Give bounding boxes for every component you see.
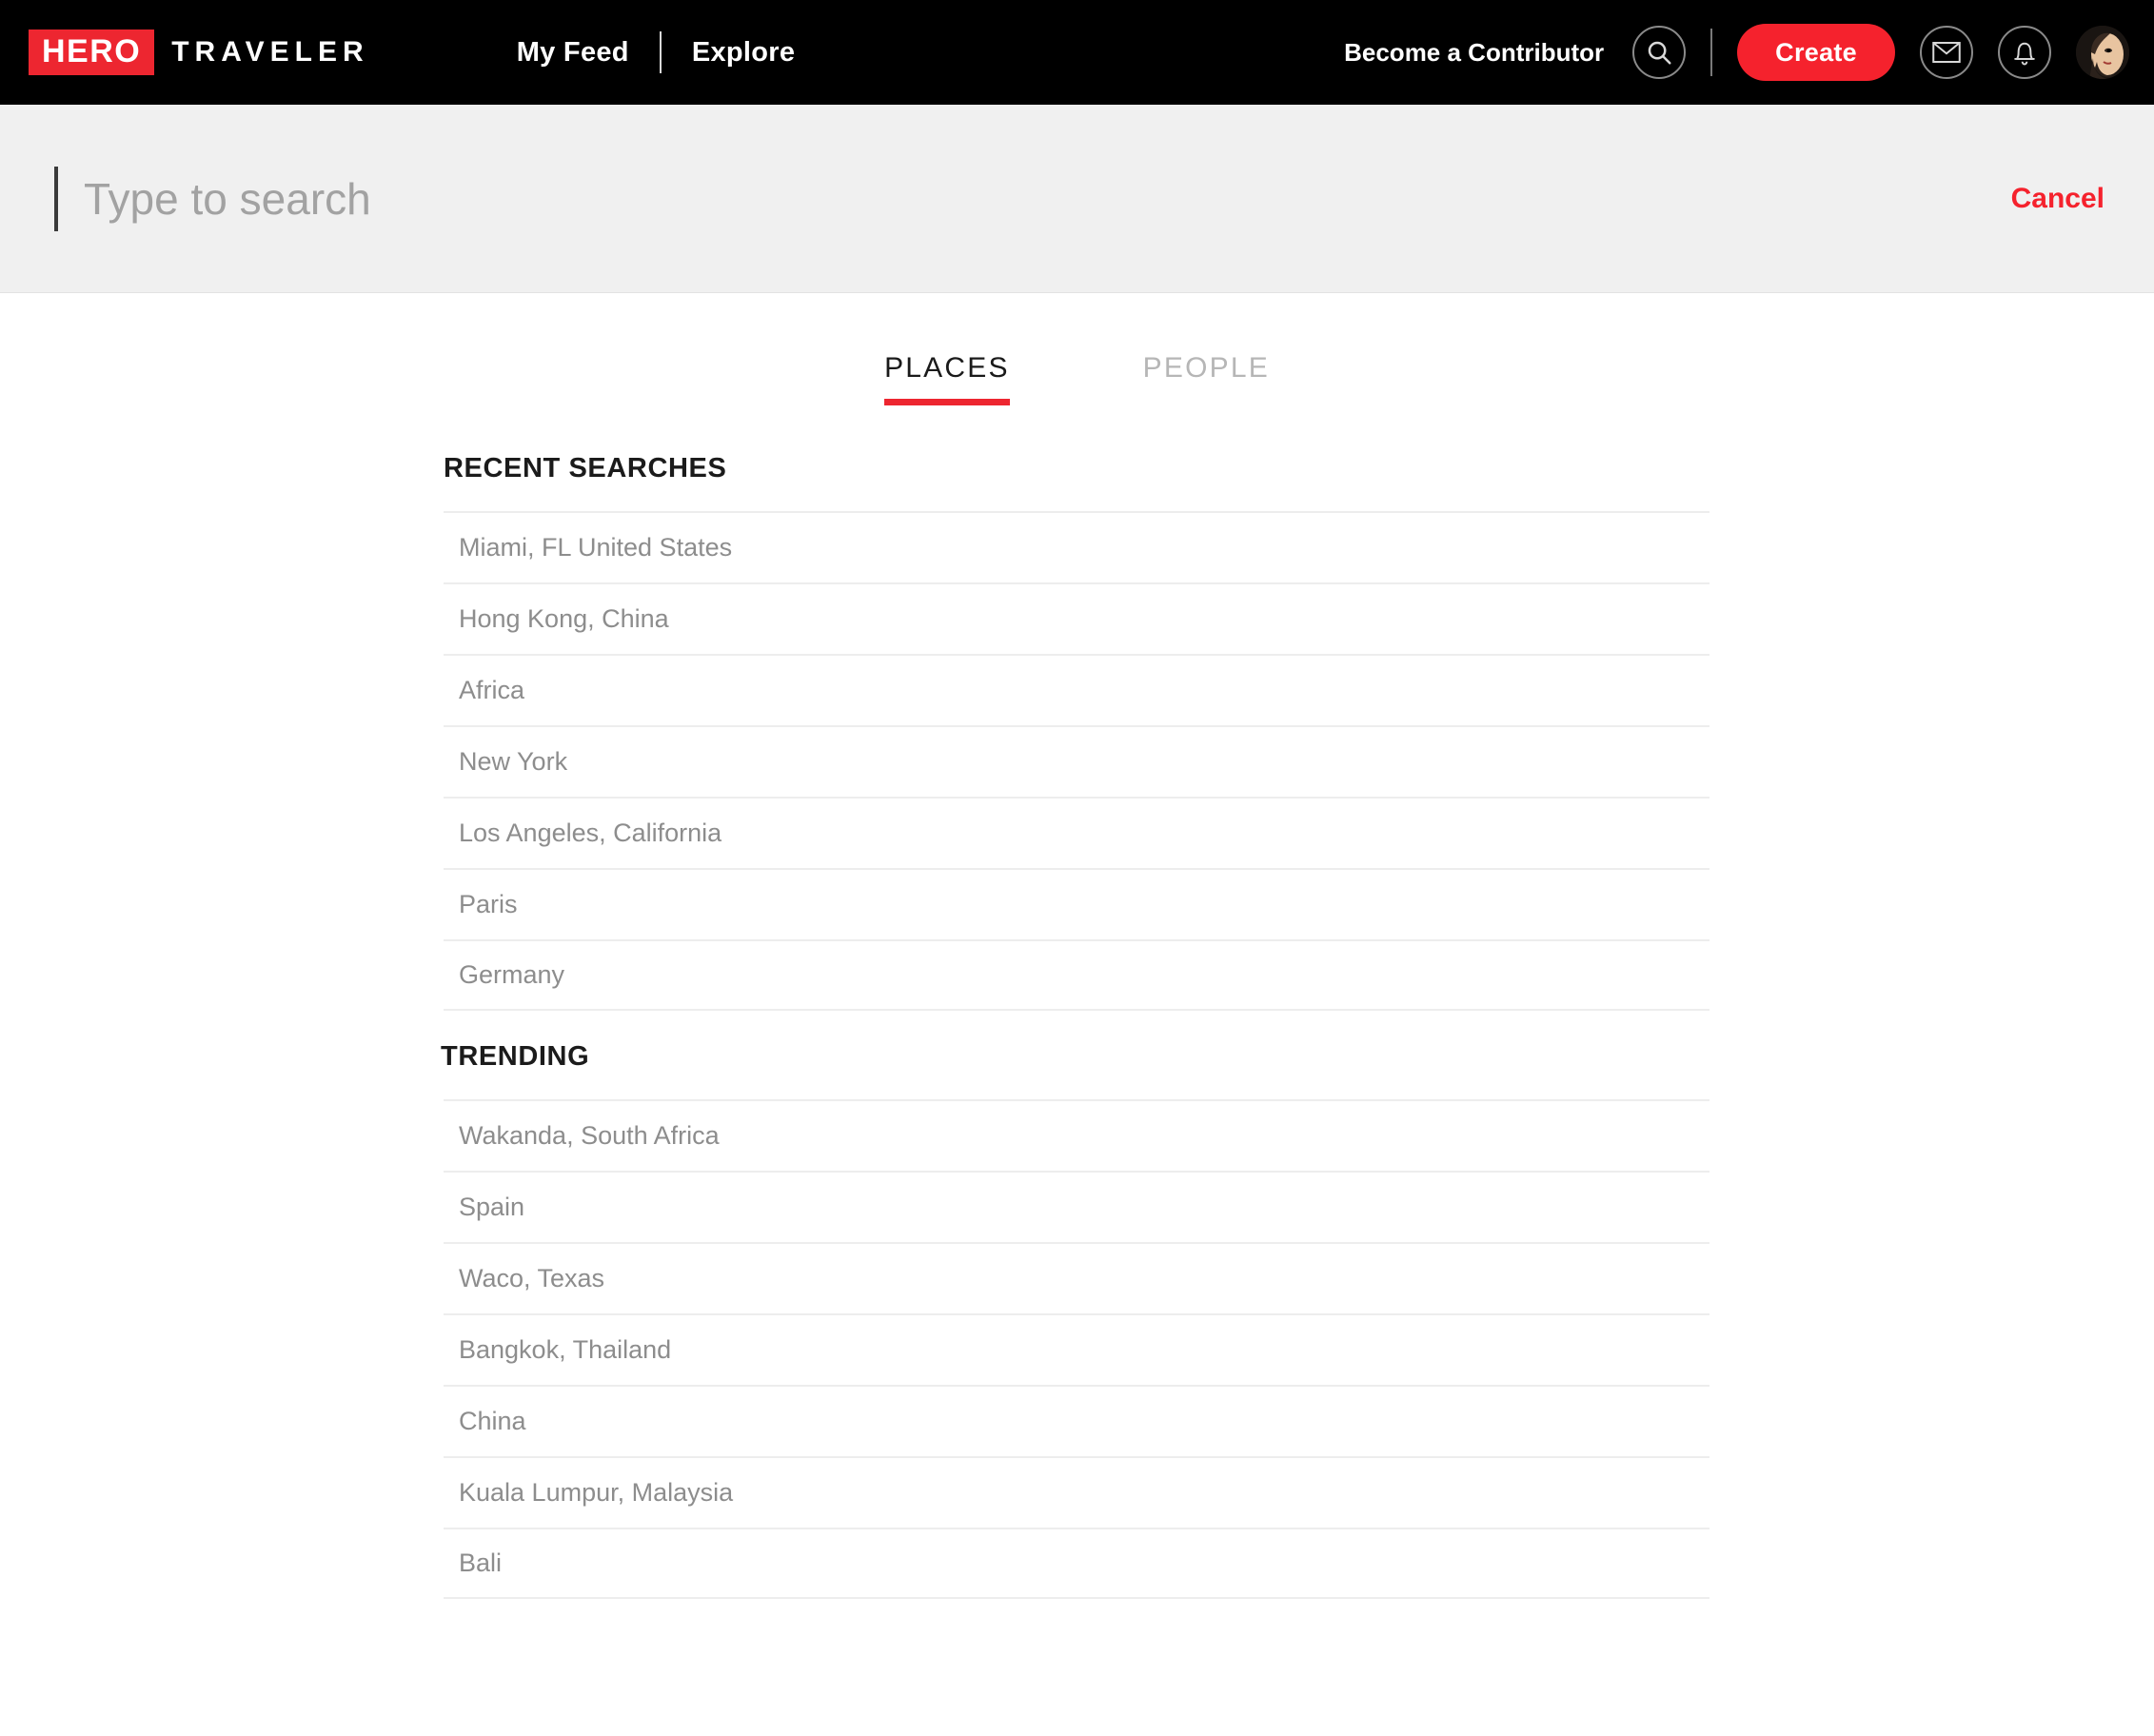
search-suggestions-panel: RECENT SEARCHES Miami, FL United States … <box>441 453 1709 1599</box>
messages-button[interactable] <box>1920 26 1973 79</box>
create-button[interactable]: Create <box>1737 24 1895 81</box>
list-item[interactable]: China <box>444 1385 1709 1456</box>
list-item[interactable]: Los Angeles, California <box>444 797 1709 868</box>
trending-title: TRENDING <box>441 1041 590 1072</box>
nav-link-explore[interactable]: Explore <box>692 37 795 69</box>
primary-nav-links: My Feed Explore <box>517 31 796 73</box>
avatar[interactable] <box>2076 26 2129 79</box>
list-item[interactable]: Spain <box>444 1171 1709 1242</box>
tab-active-underline <box>884 399 1010 405</box>
bell-icon <box>2014 42 2035 66</box>
list-item[interactable]: Bali <box>444 1528 1709 1599</box>
nav-right-cluster: Become a Contributor Create <box>1344 0 2129 105</box>
list-item[interactable]: Bangkok, Thailand <box>444 1313 1709 1385</box>
brand-logo-badge: HERO <box>29 30 155 75</box>
recent-searches-section: RECENT SEARCHES Miami, FL United States … <box>444 453 1709 1011</box>
nav-divider <box>659 31 662 73</box>
notifications-button[interactable] <box>1998 26 2051 79</box>
recent-searches-title: RECENT SEARCHES <box>444 453 727 483</box>
trending-list: Wakanda, South Africa Spain Waco, Texas … <box>444 1099 1709 1599</box>
mail-icon <box>1932 42 1961 63</box>
tab-places[interactable]: PLACES <box>884 352 1010 405</box>
list-item[interactable]: Hong Kong, China <box>444 582 1709 654</box>
tab-places-label: PLACES <box>884 352 1010 384</box>
list-item[interactable]: Kuala Lumpur, Malaysia <box>444 1456 1709 1528</box>
list-item[interactable]: Paris <box>444 868 1709 939</box>
cancel-search-link[interactable]: Cancel <box>2011 183 2105 215</box>
search-icon-button[interactable] <box>1632 26 1687 79</box>
text-cursor <box>54 166 58 231</box>
search-result-tabs: PLACES PEOPLE <box>0 352 2154 405</box>
list-item[interactable]: Africa <box>444 654 1709 725</box>
list-item[interactable]: Waco, Texas <box>444 1242 1709 1313</box>
trending-section: TRENDING Wakanda, South Africa Spain Wac… <box>441 1041 1709 1599</box>
nav-link-my-feed[interactable]: My Feed <box>517 37 629 69</box>
brand-logo[interactable]: HERO TRAVELER <box>29 30 369 75</box>
tab-people[interactable]: PEOPLE <box>1143 352 1270 405</box>
search-icon <box>1648 41 1671 65</box>
top-navigation-bar: HERO TRAVELER My Feed Explore Become a C… <box>0 0 2154 105</box>
search-input[interactable] <box>84 172 1512 225</box>
list-item[interactable]: Wakanda, South Africa <box>444 1099 1709 1171</box>
list-item[interactable]: Miami, FL United States <box>444 511 1709 582</box>
list-item[interactable]: Germany <box>444 939 1709 1011</box>
brand-logo-word: TRAVELER <box>171 36 369 68</box>
search-bar: Cancel <box>0 105 2154 293</box>
tab-people-label: PEOPLE <box>1142 352 1270 384</box>
list-item[interactable]: New York <box>444 725 1709 797</box>
nav-right-divider <box>1710 29 1713 76</box>
recent-searches-list: Miami, FL United States Hong Kong, China… <box>444 511 1709 1011</box>
avatar-image <box>2076 26 2129 79</box>
become-a-contributor-link[interactable]: Become a Contributor <box>1344 38 1604 68</box>
